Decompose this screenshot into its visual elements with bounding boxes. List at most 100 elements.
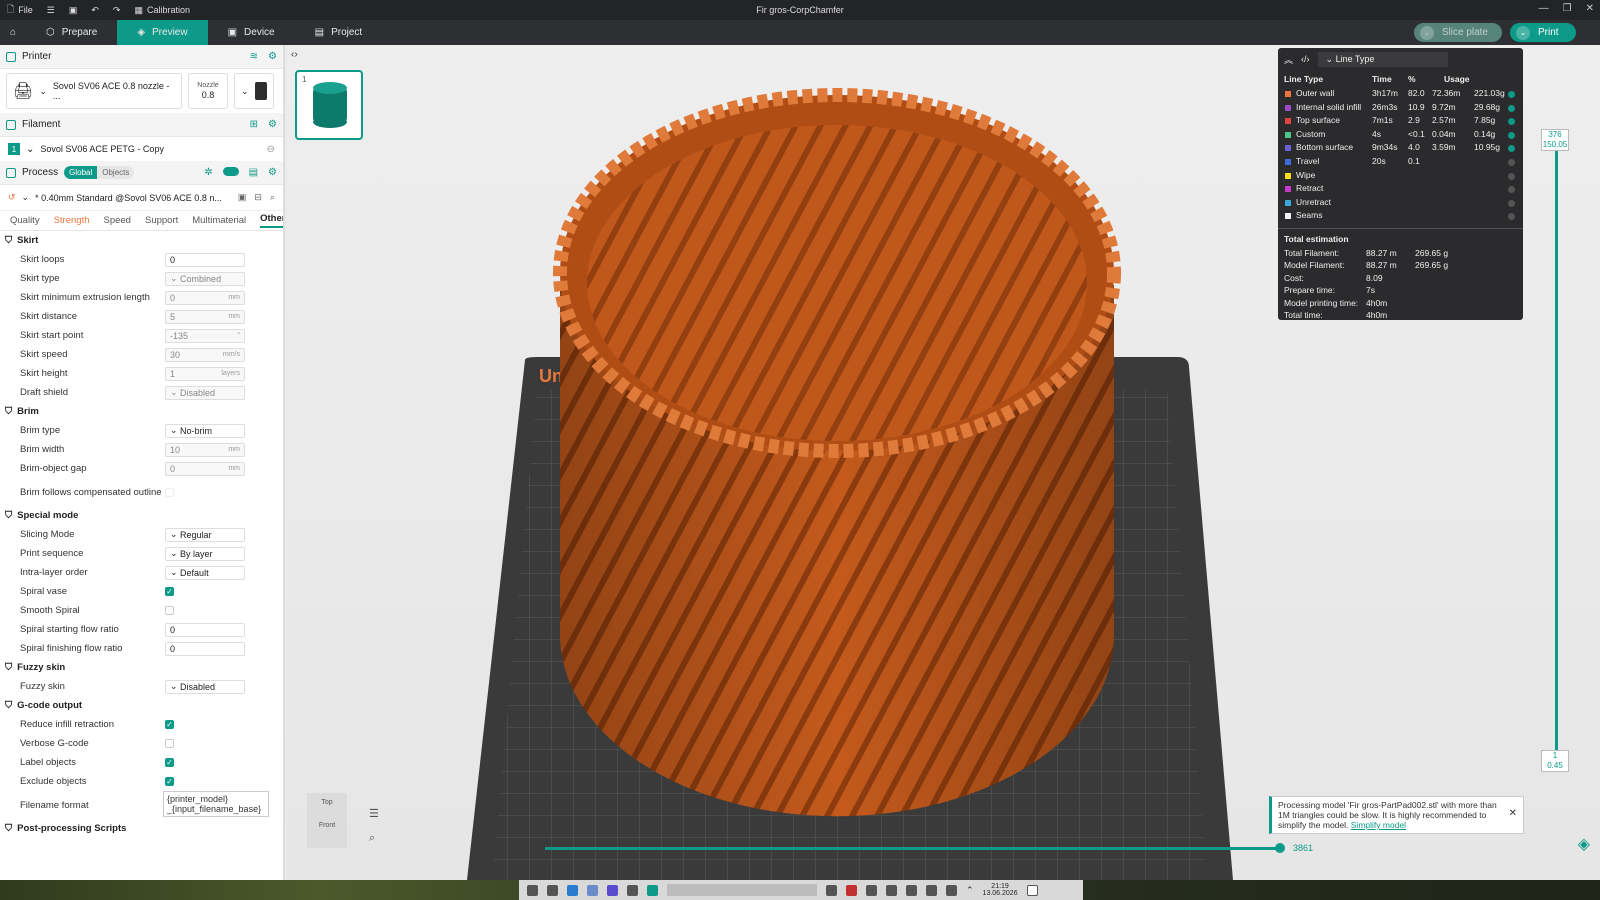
tab-multimaterial[interactable]: Multimaterial <box>192 215 246 226</box>
tab-quality[interactable]: Quality <box>10 215 40 226</box>
visibility-eye-icon[interactable] <box>1508 118 1515 126</box>
reduce-infill-retraction-checkbox[interactable]: ✓ <box>165 720 174 729</box>
visibility-eye-icon[interactable] <box>1508 91 1515 98</box>
redo-icon[interactable]: ↷ <box>106 5 128 16</box>
terminal-icon[interactable] <box>547 884 558 896</box>
slicer-app-icon[interactable] <box>647 884 658 896</box>
spiral-vase-checkbox[interactable]: ✓ <box>165 587 174 596</box>
legend-row[interactable]: Unretract <box>1278 197 1523 210</box>
skirt-height-input[interactable]: 1 layers <box>165 366 245 381</box>
legend-row[interactable]: Seams <box>1278 210 1523 223</box>
browser-icon[interactable] <box>607 884 618 896</box>
draft-shield-select[interactable]: ⌄ Disabled <box>165 385 245 400</box>
nozzle-select[interactable]: Nozzle 0.8 <box>188 73 228 109</box>
save-preset-icon[interactable]: ▣ <box>238 192 247 203</box>
intra-layer-order-select[interactable]: ⌄ Default <box>165 565 245 580</box>
settings-icon[interactable]: ⚙ <box>268 167 277 178</box>
bed-type-select[interactable]: ⌄ <box>234 73 274 109</box>
view-cube-front[interactable]: Front <box>307 806 347 829</box>
files-icon[interactable] <box>587 884 598 896</box>
save-icon[interactable]: ▣ <box>62 5 85 16</box>
fuzzy-skin-select[interactable]: ⌄ Disabled <box>165 679 245 694</box>
legend-row[interactable]: Custom 4s <0.1 0.04m 0.14g <box>1278 129 1523 142</box>
menu-icon[interactable]: ☰ <box>369 807 379 820</box>
exclude-objects-checkbox[interactable]: ✓ <box>165 777 174 786</box>
file-menu[interactable]: 🗋 File <box>0 2 40 18</box>
brim-width-input[interactable]: 10 mm <box>165 442 245 457</box>
tab-project[interactable]: ▤ Project <box>295 20 383 45</box>
brightness-icon[interactable] <box>906 884 917 896</box>
settings-icon[interactable]: ⚙ <box>268 119 277 130</box>
chevron-down-icon[interactable]: ⌄ <box>1419 25 1434 40</box>
global-objects-toggle[interactable]: Global Objects <box>64 166 135 179</box>
tab-preview[interactable]: ◈ Preview <box>117 20 208 45</box>
collapse-sidebar-icon[interactable]: ‹› <box>291 49 298 60</box>
print-sequence-select[interactable]: ⌄ By layer <box>165 546 245 561</box>
show-desktop-icon[interactable] <box>1026 884 1038 896</box>
start-icon[interactable] <box>527 884 538 896</box>
toggle-switch[interactable] <box>222 167 239 176</box>
tray-icon[interactable] <box>826 884 837 896</box>
skirt-type-select[interactable]: ⌄ Combined <box>165 271 245 286</box>
search-icon[interactable]: ⌕ <box>270 192 275 203</box>
menu-icon[interactable]: ☰ <box>40 5 62 16</box>
view-cube[interactable]: Top Front <box>307 793 347 848</box>
simplify-model-link[interactable]: Simplify model <box>1351 820 1406 830</box>
move-slider-track[interactable] <box>545 847 1278 850</box>
legend-row[interactable]: Top surface 7m1s 2.9 2.57m 7.85g <box>1278 115 1523 128</box>
objects-option[interactable]: Objects <box>97 166 135 179</box>
visibility-eye-icon[interactable] <box>1508 131 1515 139</box>
visibility-eye-icon[interactable] <box>1508 104 1515 112</box>
process-preset-select[interactable]: ↺ ⌄ * 0.40mm Standard @Sovol SV06 ACE 0.8 … <box>0 185 283 211</box>
legend-row[interactable]: Retract <box>1278 183 1523 196</box>
global-option[interactable]: Global <box>64 166 98 179</box>
view-cube-top[interactable]: Top <box>307 793 347 806</box>
print-button[interactable]: ⌄ Print <box>1510 23 1576 42</box>
legend-row[interactable]: Travel 20s 0.1 <box>1278 156 1523 169</box>
window-previews[interactable] <box>667 884 817 896</box>
tab-prepare[interactable]: ⬡ Prepare <box>26 20 117 45</box>
calibration-menu[interactable]: ▦ Calibration <box>127 5 197 16</box>
filament-row[interactable]: 1 ⌄ Sovol SV06 ACE PETG - Copy ⊖ <box>0 137 283 161</box>
tab-strength[interactable]: Strength <box>54 215 90 226</box>
compare-icon[interactable]: ▤ <box>249 167 258 178</box>
wifi-icon[interactable]: ≋ <box>250 51 258 62</box>
close-icon[interactable]: ✕ <box>1509 809 1517 819</box>
skirt-distance-input[interactable]: 5 mm <box>165 309 245 324</box>
visibility-eye-icon[interactable] <box>1508 145 1515 153</box>
visibility-eye-icon[interactable] <box>1508 186 1515 194</box>
layers-icon[interactable]: ◈ <box>1578 834 1590 854</box>
add-filament-icon[interactable]: ⊞ <box>250 119 258 130</box>
verbose-gcode-checkbox[interactable] <box>165 739 174 748</box>
mail-icon[interactable] <box>846 884 857 896</box>
slicing-mode-select[interactable]: ⌄ Regular <box>165 527 245 542</box>
tab-others[interactable]: Others <box>260 213 283 228</box>
clock[interactable]: 21:19 13.06.2026 <box>983 883 1018 897</box>
tab-speed[interactable]: Speed <box>104 215 131 226</box>
advanced-icon[interactable]: ✲ <box>204 167 212 178</box>
brim-follows-checkbox[interactable] <box>165 487 174 497</box>
legend-row[interactable]: Bottom surface 9m34s 4.0 3.59m 10.95g <box>1278 142 1523 155</box>
legend-row[interactable]: Wipe <box>1278 170 1523 183</box>
tray-expand-icon[interactable]: ⌃ <box>966 885 974 896</box>
minimize-icon[interactable]: — <box>1539 3 1549 14</box>
tab-support[interactable]: Support <box>145 215 178 226</box>
more-icon[interactable]: ⊖ <box>267 144 275 155</box>
tab-device[interactable]: ▣ Device <box>208 20 295 45</box>
move-slider[interactable]: 3861 <box>545 842 1313 856</box>
legend-row[interactable]: Outer wall 3h17m 82.0 72.36m 221.03g <box>1278 88 1523 101</box>
console-icon[interactable] <box>627 884 638 896</box>
reset-icon[interactable]: ↺ <box>8 192 16 203</box>
visibility-eye-icon[interactable] <box>1508 213 1515 221</box>
media-icon[interactable] <box>886 884 897 896</box>
spiral-finish-flow-input[interactable]: 0 <box>165 641 245 656</box>
chevron-down-icon[interactable]: ⌄ <box>1516 25 1530 40</box>
skirt-speed-input[interactable]: 30 mm/s <box>165 347 245 362</box>
visibility-eye-icon[interactable] <box>1508 172 1515 180</box>
layer-slider[interactable]: 376 150.05 1 0.45 <box>1541 129 1589 775</box>
settings-icon[interactable]: ⚙ <box>268 51 277 62</box>
smooth-spiral-checkbox[interactable] <box>165 606 174 615</box>
clipboard-icon[interactable] <box>866 884 877 896</box>
skirt-min-extrusion-input[interactable]: 0 mm <box>165 290 245 305</box>
store-icon[interactable] <box>567 884 578 896</box>
